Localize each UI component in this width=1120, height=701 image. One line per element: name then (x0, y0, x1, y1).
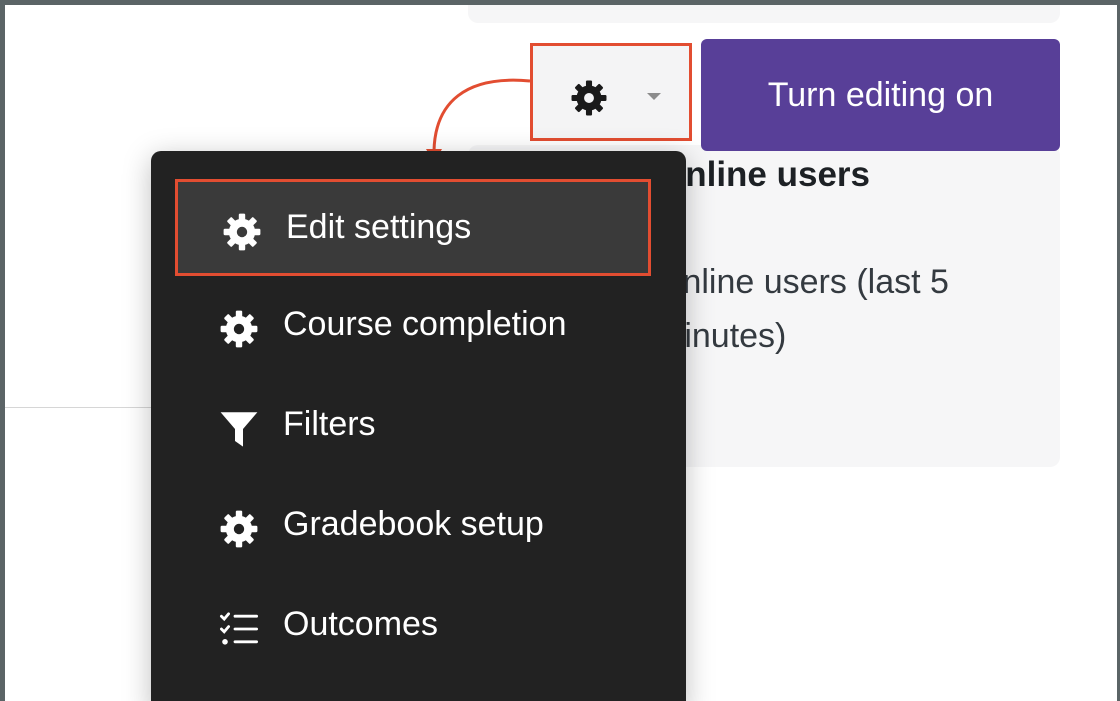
gear-icon (571, 80, 607, 116)
course-actions-dropdown: Edit settings Course completion Filters (151, 151, 686, 701)
menu-item-course-completion[interactable]: Course completion (175, 279, 651, 376)
gear-icon (223, 213, 261, 251)
card-top-edge (468, 5, 1060, 23)
course-actions-menu-button[interactable] (530, 43, 692, 141)
caret-down-icon (647, 93, 661, 100)
menu-item-outcomes[interactable]: Outcomes (175, 579, 651, 676)
filter-icon (220, 412, 258, 447)
menu-item-label: Gradebook setup (283, 505, 544, 543)
menu-item-label: Course completion (283, 305, 567, 343)
menu-item-edit-settings[interactable]: Edit settings (175, 179, 651, 276)
menu-item-filters[interactable]: Filters (175, 379, 651, 476)
turn-editing-on-button[interactable]: Turn editing on (701, 39, 1060, 151)
menu-item-gradebook-setup[interactable]: Gradebook setup (175, 479, 651, 576)
menu-item-label: Edit settings (286, 208, 472, 246)
menu-item-label: Filters (283, 405, 376, 443)
gear-icon (220, 510, 258, 548)
block-text: Online users (last 5 minutes) (656, 263, 949, 355)
gear-icon (220, 310, 258, 348)
menu-item-label: Outcomes (283, 605, 438, 643)
page-frame: Online users Online users (last 5 minute… (0, 0, 1120, 701)
checklist-icon (220, 612, 258, 645)
block-title: Online users (658, 155, 871, 194)
